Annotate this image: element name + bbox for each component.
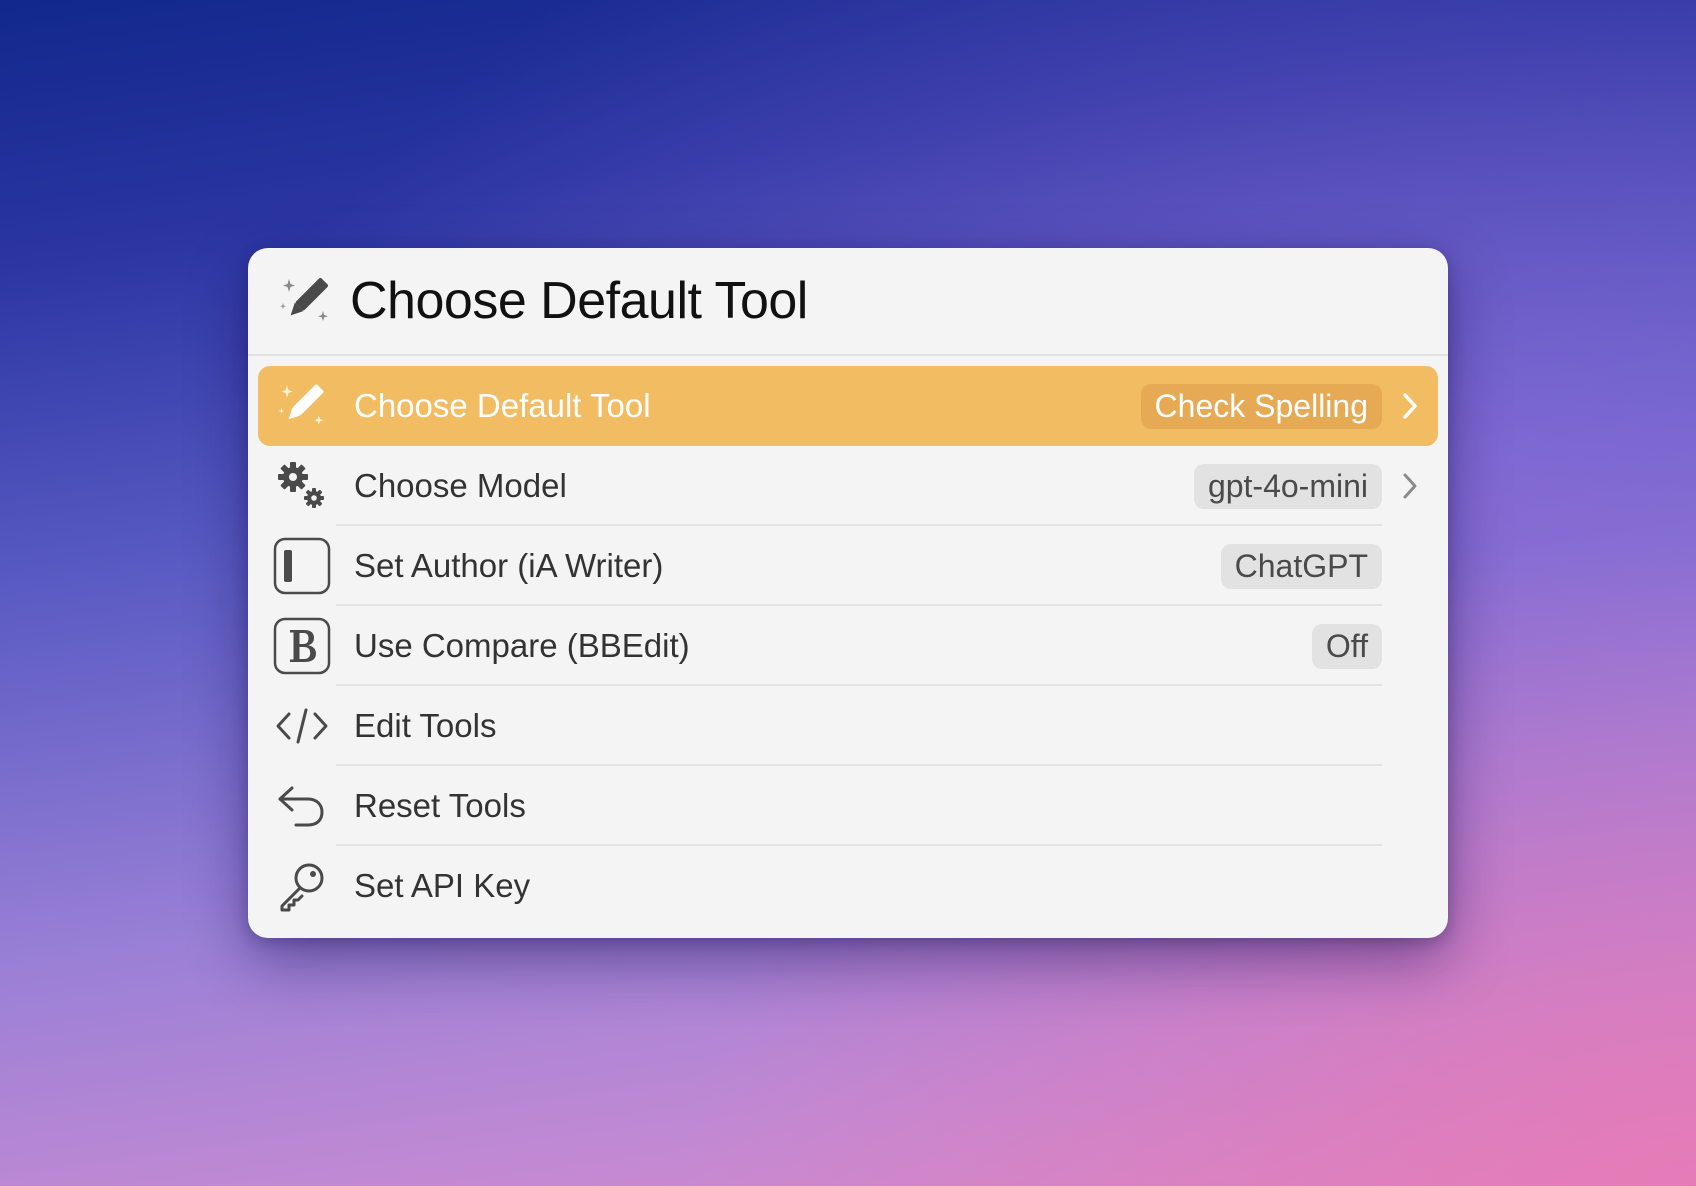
gears-icon xyxy=(272,456,332,516)
value-badge: gpt-4o-mini xyxy=(1193,463,1382,509)
menu-item-label: Set Author (iA Writer) xyxy=(354,547,664,584)
menu-list: Choose Default Tool Check Spelling Choos… xyxy=(248,356,1448,926)
magic-pencil-icon xyxy=(272,268,338,334)
menu-item-label: Reset Tools xyxy=(354,787,526,824)
undo-arrow-icon xyxy=(272,776,332,836)
menu-item-set-api-key[interactable]: Set API Key xyxy=(258,846,1438,926)
magic-pencil-icon xyxy=(272,376,332,436)
command-palette: Choose Default Tool Choose Default Tool … xyxy=(248,248,1448,938)
key-icon xyxy=(272,856,332,916)
menu-item-label: Set API Key xyxy=(354,867,531,904)
palette-header: Choose Default Tool xyxy=(248,248,1448,356)
chevron-right-icon xyxy=(1396,468,1424,504)
chevron-right-icon xyxy=(1396,388,1424,424)
ia-writer-icon xyxy=(272,536,332,596)
menu-item-set-author[interactable]: Set Author (iA Writer) ChatGPT xyxy=(258,526,1438,606)
menu-item-choose-default-tool[interactable]: Choose Default Tool Check Spelling xyxy=(258,366,1438,446)
menu-item-choose-model[interactable]: Choose Model gpt-4o-mini xyxy=(258,446,1438,526)
menu-item-label: Choose Default Tool xyxy=(354,387,651,424)
menu-item-label: Choose Model xyxy=(354,467,567,504)
menu-item-label: Use Compare (BBEdit) xyxy=(354,627,690,664)
menu-item-edit-tools[interactable]: Edit Tools xyxy=(258,686,1438,766)
code-brackets-icon xyxy=(272,696,332,756)
value-badge: ChatGPT xyxy=(1220,543,1382,589)
value-badge: Check Spelling xyxy=(1140,383,1382,429)
bbedit-icon xyxy=(272,616,332,676)
menu-item-label: Edit Tools xyxy=(354,707,497,744)
palette-title: Choose Default Tool xyxy=(350,272,808,330)
value-badge: Off xyxy=(1311,623,1382,669)
menu-item-reset-tools[interactable]: Reset Tools xyxy=(258,766,1438,846)
menu-item-use-compare[interactable]: Use Compare (BBEdit) Off xyxy=(258,606,1438,686)
